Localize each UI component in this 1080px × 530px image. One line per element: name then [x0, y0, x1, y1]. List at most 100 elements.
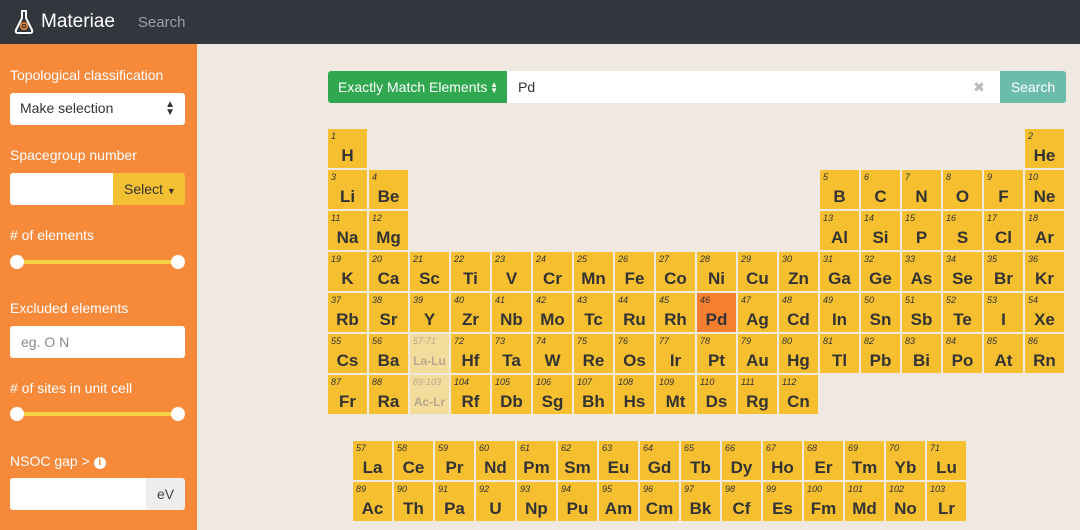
element-f[interactable]: 9F [984, 170, 1023, 209]
element-h[interactable]: 1H [328, 129, 367, 168]
info-icon[interactable]: i [93, 457, 106, 469]
element-na[interactable]: 11 Na [328, 211, 367, 250]
element-rb[interactable]: 37 Rb [328, 293, 367, 332]
element-w[interactable]: 74 W [533, 334, 572, 373]
element-pb[interactable]: 82 Pb [861, 334, 900, 373]
element-u[interactable]: 92 U [476, 482, 515, 521]
element-tb[interactable]: 65 Tb [681, 441, 720, 480]
element-tl[interactable]: 81 Tl [820, 334, 859, 373]
element-ba[interactable]: 56 Ba [369, 334, 408, 373]
element-i[interactable]: 53 I [984, 293, 1023, 332]
close-icon[interactable]: ✖ [972, 80, 986, 94]
element-ag[interactable]: 47 Ag [738, 293, 777, 332]
element-xe[interactable]: 54 Xe [1025, 293, 1064, 332]
element-er[interactable]: 68 Er [804, 441, 843, 480]
element-sg[interactable]: 106 Sg [533, 375, 572, 414]
element-la[interactable]: 57 La [353, 441, 392, 480]
element-as[interactable]: 33 As [902, 252, 941, 291]
element-ne[interactable]: 10 Ne [1025, 170, 1064, 209]
sites-max-handle[interactable] [171, 407, 185, 421]
element-at[interactable]: 85 At [984, 334, 1023, 373]
element-li[interactable]: 3 Li [328, 170, 367, 209]
element-po[interactable]: 84 Po [943, 334, 982, 373]
element-lr[interactable]: 103 Lr [927, 482, 966, 521]
element-mg[interactable]: 12 Mg [369, 211, 408, 250]
element-ac[interactable]: 89 Ac [353, 482, 392, 521]
element-cl[interactable]: 17 Cl [984, 211, 1023, 250]
element-ho[interactable]: 67 Ho [763, 441, 802, 480]
element-kr[interactable]: 36 Kr [1025, 252, 1064, 291]
element-ca[interactable]: 20 Ca [369, 252, 408, 291]
element-he[interactable]: 2 He [1025, 129, 1064, 168]
element-ir[interactable]: 77 Ir [656, 334, 695, 373]
element-in[interactable]: 49 In [820, 293, 859, 332]
element-ce[interactable]: 58 Ce [394, 441, 433, 480]
element-np[interactable]: 93 Np [517, 482, 556, 521]
element-ru[interactable]: 44 Ru [615, 293, 654, 332]
element-o[interactable]: 8O [943, 170, 982, 209]
element-bk[interactable]: 97 Bk [681, 482, 720, 521]
element-si[interactable]: 14 Si [861, 211, 900, 250]
brand-name[interactable]: Materiae [41, 11, 115, 33]
element-cs[interactable]: 55 Cs [328, 334, 367, 373]
element-cd[interactable]: 48 Cd [779, 293, 818, 332]
flask-logo-icon[interactable] [13, 10, 35, 34]
element-search-input[interactable] [507, 71, 1000, 103]
element-n[interactable]: 7N [902, 170, 941, 209]
element-db[interactable]: 105 Db [492, 375, 531, 414]
element-mn[interactable]: 25 Mn [574, 252, 613, 291]
element-ra[interactable]: 88 Ra [369, 375, 408, 414]
element-rh[interactable]: 45 Rh [656, 293, 695, 332]
element-ds[interactable]: 110 Ds [697, 375, 736, 414]
element-ar[interactable]: 18 Ar [1025, 211, 1064, 250]
element-te[interactable]: 52 Te [943, 293, 982, 332]
element-mt[interactable]: 109 Mt [656, 375, 695, 414]
element-dy[interactable]: 66 Dy [722, 441, 761, 480]
element-ga[interactable]: 31 Ga [820, 252, 859, 291]
element-c[interactable]: 6C [861, 170, 900, 209]
element-fe[interactable]: 26 Fe [615, 252, 654, 291]
element-br[interactable]: 35 Br [984, 252, 1023, 291]
element-es[interactable]: 99 Es [763, 482, 802, 521]
element-sn[interactable]: 50 Sn [861, 293, 900, 332]
element-cn[interactable]: 112 Cn [779, 375, 818, 414]
element-yb[interactable]: 70 Yb [886, 441, 925, 480]
element-rn[interactable]: 86 Rn [1025, 334, 1064, 373]
element-pm[interactable]: 61 Pm [517, 441, 556, 480]
spacegroup-number-input[interactable] [10, 173, 113, 205]
element-tm[interactable]: 69 Tm [845, 441, 884, 480]
element-cr[interactable]: 24 Cr [533, 252, 572, 291]
element-zn[interactable]: 30 Zn [779, 252, 818, 291]
element-sc[interactable]: 21 Sc [410, 252, 449, 291]
element-no[interactable]: 102 No [886, 482, 925, 521]
element-sm[interactable]: 62 Sm [558, 441, 597, 480]
element-v[interactable]: 23 V [492, 252, 531, 291]
element-re[interactable]: 75 Re [574, 334, 613, 373]
element-sr[interactable]: 38 Sr [369, 293, 408, 332]
nav-search-link[interactable]: Search [138, 14, 186, 31]
element-cu[interactable]: 29 Cu [738, 252, 777, 291]
element-pt[interactable]: 78 Pt [697, 334, 736, 373]
element-be[interactable]: 4 Be [369, 170, 408, 209]
element-eu[interactable]: 63 Eu [599, 441, 638, 480]
sites-min-handle[interactable] [10, 407, 24, 421]
num-elements-slider[interactable] [10, 255, 185, 269]
element-k[interactable]: 19 K [328, 252, 367, 291]
element-y[interactable]: 39 Y [410, 293, 449, 332]
element-sb[interactable]: 51 Sb [902, 293, 941, 332]
search-button[interactable]: Search [1000, 71, 1066, 103]
element-s[interactable]: 16 S [943, 211, 982, 250]
element-p[interactable]: 15 P [902, 211, 941, 250]
element-hg[interactable]: 80 Hg [779, 334, 818, 373]
element-al[interactable]: 13 Al [820, 211, 859, 250]
element-ge[interactable]: 32 Ge [861, 252, 900, 291]
topological-classification-select[interactable]: Make selection ▲ ▼ [10, 93, 185, 125]
nsoc-gap-input[interactable] [10, 478, 146, 510]
element-au[interactable]: 79 Au [738, 334, 777, 373]
element-nd[interactable]: 60 Nd [476, 441, 515, 480]
element-nb[interactable]: 41 Nb [492, 293, 531, 332]
element-am[interactable]: 95 Am [599, 482, 638, 521]
num-elements-min-handle[interactable] [10, 255, 24, 269]
element-md[interactable]: 101 Md [845, 482, 884, 521]
element-th[interactable]: 90 Th [394, 482, 433, 521]
